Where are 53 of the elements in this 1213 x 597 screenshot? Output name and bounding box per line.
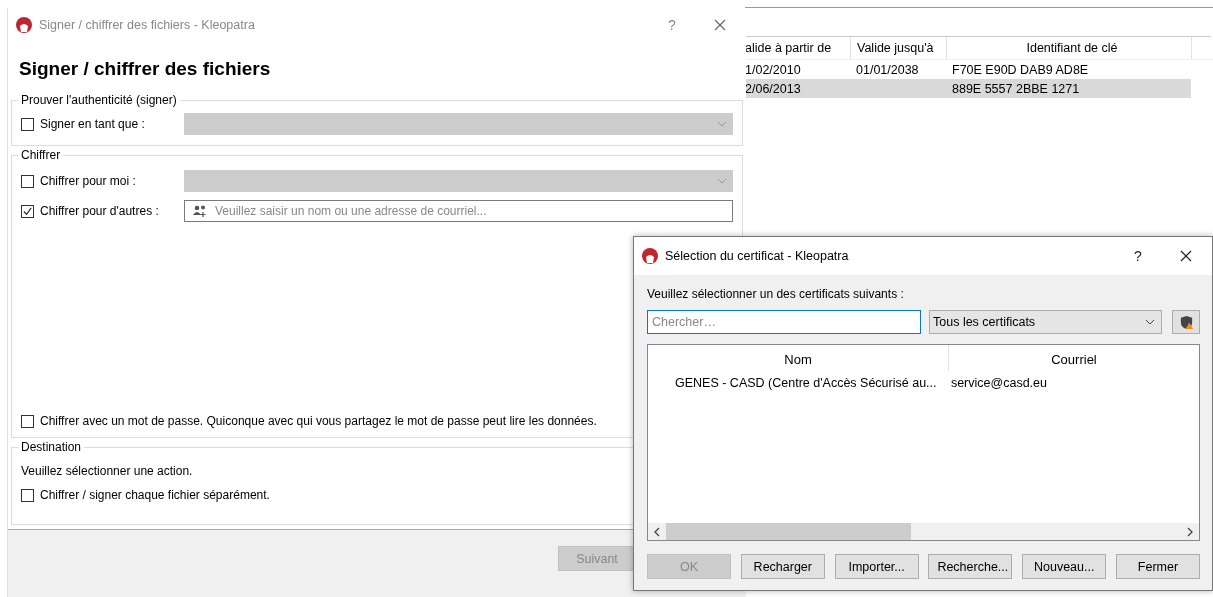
column-header[interactable]: Identifiant de clé <box>947 37 1192 59</box>
close-icon[interactable] <box>1180 250 1192 262</box>
checkbox-label[interactable]: Chiffrer avec un mot de passe. Quiconque avec qui vous partagez le mot de passe peut lire les données. <box>40 414 597 428</box>
table-row[interactable]: 1/02/2010 01/01/2038 F70E E90D DAB9 AD8E <box>745 60 1191 79</box>
table-row[interactable]: 2/06/2013 889E 5557 2BBE 1271 <box>745 79 1191 98</box>
group-title: Destination <box>18 440 85 454</box>
dialog-button[interactable]: Nouveau... <box>1022 554 1107 579</box>
instruction-text: Veuillez sélectionner un des certificats suivants : <box>647 287 904 301</box>
table-cell-text: F70E E90D DAB9 AD8E <box>951 62 1090 77</box>
window-title: Signer / chiffrer des fichiers - Kleopatra <box>39 17 256 32</box>
group-title: Prouver l'authenticité (signer) <box>18 93 180 107</box>
group-title: Chiffrer <box>18 148 64 162</box>
checkbox-label[interactable]: Chiffrer pour moi : <box>40 174 180 188</box>
checkbox-label[interactable]: Signer en tant que : <box>40 117 180 131</box>
scroll-right-icon[interactable] <box>1187 526 1193 537</box>
help-button[interactable]: ? <box>657 16 687 33</box>
checkbox[interactable] <box>21 488 34 502</box>
column-header[interactable]: Nom <box>648 345 949 371</box>
app-logo-icon <box>642 248 658 264</box>
dialog-button[interactable]: Importer... <box>834 554 919 579</box>
recipient-field[interactable]: Veuillez saisir un nom ou une adresse de courriel... <box>184 200 733 222</box>
checkbox[interactable] <box>21 117 34 131</box>
table-cell[interactable]: service@casd.eu <box>945 376 1199 390</box>
instruction-text: Veuillez sélectionner une action. <box>21 464 193 478</box>
column-header[interactable]: Courriel <box>949 345 1199 371</box>
table-cell-text: 889E 5557 2BBE 1271 <box>951 81 1081 96</box>
chevron-down-icon <box>717 121 727 127</box>
chevron-down-icon <box>1145 319 1155 325</box>
dialog-heading: Signer / chiffrer des fichiers <box>18 57 271 81</box>
dialog-button[interactable]: Recharger <box>740 554 825 579</box>
app-logo-icon <box>16 16 32 33</box>
table-cell-text: 1/02/2010 <box>745 62 802 77</box>
horizontal-scrollbar[interactable] <box>648 523 1199 540</box>
column-header[interactable]: Valide jusqu'à <box>851 37 947 59</box>
window-title: Sélection du certificat - Kleopatra <box>665 249 850 263</box>
checkbox-label[interactable]: Chiffrer pour d'autres : <box>40 204 180 218</box>
chevron-down-icon <box>717 178 727 184</box>
add-user-icon <box>193 205 207 217</box>
checkbox[interactable] <box>21 204 34 218</box>
checkbox[interactable] <box>21 414 34 428</box>
checkbox-label[interactable]: Chiffrer / signer chaque fichier séparément. <box>40 488 270 502</box>
filter-dropdown[interactable]: Tous les certificats <box>929 310 1162 334</box>
dialog-button[interactable]: Recherche... <box>928 554 1013 579</box>
dialog-button[interactable]: Fermer <box>1116 554 1200 579</box>
search-field[interactable]: Chercher… <box>647 310 921 334</box>
checkbox[interactable] <box>21 174 34 188</box>
table-cell[interactable]: GENES - CASD (Centre d'Accès Sécurisé au... <box>648 376 946 390</box>
help-button[interactable]: ? <box>1123 248 1153 264</box>
shield-warning-icon <box>1178 314 1194 330</box>
certificate-details-button[interactable] <box>1172 310 1200 334</box>
scroll-left-icon[interactable] <box>654 526 660 537</box>
table-cell: 01/01/2038 <box>856 62 919 77</box>
table-cell-text: 2/06/2013 <box>745 81 802 96</box>
